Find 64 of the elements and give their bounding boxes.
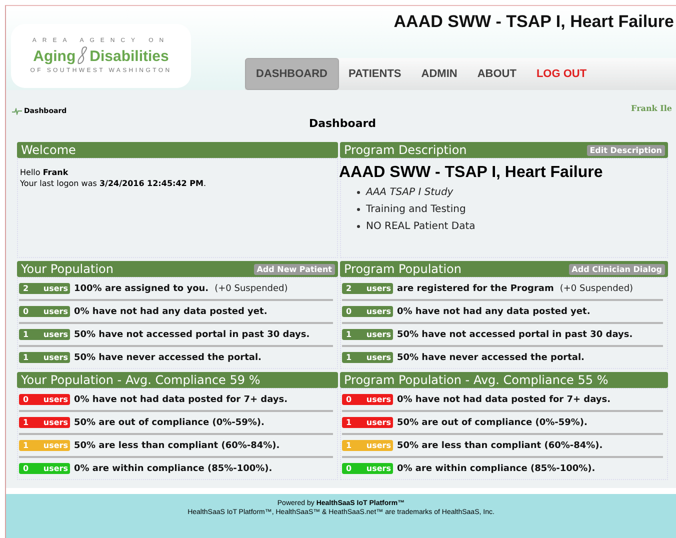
- user-count-badge: 1 users: [342, 417, 393, 428]
- user-count-badge: 1 users: [342, 352, 393, 363]
- user-count-badge: 1 users: [19, 329, 70, 340]
- stat-text: 50% are out of compliance (0%-59%).: [74, 418, 264, 428]
- logo-text: Disabilities: [90, 48, 169, 64]
- page-title: Dashboard: [308, 117, 378, 130]
- stat-text: 0% are within compliance (85%-100%).: [397, 464, 596, 474]
- stat-text: 0% have not had data posted for 7+ days.: [74, 394, 288, 404]
- user-count-badge: 0 users: [19, 463, 70, 474]
- user-count-badge: 0 users: [19, 306, 70, 317]
- stat-text: 100% are assigned to you.: [74, 284, 209, 294]
- stat-text: 50% are less than compliant (60%-84%).: [397, 440, 603, 450]
- stat-text: 0% have not had data posted for 7+ days.: [397, 394, 611, 404]
- nav-tab[interactable]: ADMIN: [411, 58, 468, 90]
- user-count-badge: 0 users: [342, 463, 393, 474]
- section-title: Welcome: [21, 143, 76, 157]
- section-title: Program Population - Avg. Compliance 55 %: [344, 373, 608, 387]
- header-button[interactable]: Edit Description: [586, 144, 665, 156]
- stat-text: are registered for the Program: [397, 284, 554, 294]
- user-count-badge: 0 users: [19, 394, 70, 405]
- section-title: Your Population - Avg. Compliance 59 %: [21, 373, 260, 387]
- program-heading: AAAD SWW - TSAP I, Heart Failure: [339, 164, 604, 182]
- bullet-icon: [357, 191, 360, 194]
- user-count-badge: 1 users: [342, 329, 393, 340]
- site-title: AAAD SWW - TSAP I, Heart Failure: [394, 12, 674, 32]
- header-button[interactable]: Add New Patient: [254, 264, 335, 274]
- stat-text: 50% are less than compliant (60%-84%).: [74, 440, 280, 450]
- list-item-text: Training and Testing: [366, 204, 466, 215]
- user-name: Frank Ile: [631, 103, 672, 113]
- user-count-badge: 1 users: [19, 352, 70, 363]
- logo-text: Aging: [33, 48, 76, 64]
- stat-text: 50% are out of compliance (0%-59%).: [397, 418, 588, 428]
- section-title: Program Population: [344, 262, 462, 276]
- stat-text: 50% have not accessed portal in past 30 days.: [397, 330, 633, 340]
- nav-tab[interactable]: PATIENTS: [338, 58, 412, 90]
- logout-link[interactable]: LOG OUT: [526, 58, 597, 90]
- section-title: Program Description: [344, 143, 467, 157]
- nav-tab[interactable]: ABOUT: [467, 58, 526, 90]
- stat-note: (+0 Suspended): [560, 284, 634, 294]
- user-count-badge: 0 users: [342, 394, 393, 405]
- nav-tab[interactable]: DASHBOARD: [245, 58, 338, 90]
- stat-text: 50% have never accessed the portal.: [74, 352, 262, 362]
- stat-text: 0% have not had any data posted yet.: [74, 306, 268, 316]
- stat-note: (+0 Suspended): [214, 284, 288, 294]
- list-item-text: AAA TSAP I Study: [366, 187, 454, 198]
- user-count-badge: 2 users: [342, 283, 393, 294]
- pulse-icon: [12, 108, 22, 114]
- swirl-icon: [76, 46, 90, 66]
- user-count-badge: 1 users: [19, 417, 70, 428]
- section-title: Your Population: [21, 262, 114, 276]
- stat-text: 50% have never accessed the portal.: [397, 352, 584, 362]
- bullet-icon: [357, 225, 360, 228]
- header-button[interactable]: Add Clinician Dialog: [568, 264, 665, 274]
- stat-text: 50% have not accessed portal in past 30 days.: [74, 330, 310, 340]
- bullet-icon: [357, 208, 360, 211]
- list-item-text: NO REAL Patient Data: [366, 221, 476, 232]
- user-count-badge: 2 users: [19, 283, 70, 294]
- stat-text: 0% are within compliance (85%-100%).: [74, 464, 272, 474]
- user-count-badge: 0 users: [342, 306, 393, 317]
- welcome-text: Hello Frank: [20, 167, 70, 178]
- user-count-badge: 1 users: [342, 440, 393, 451]
- welcome-text: Your last logon was 3/24/2016 12:45:42 PM.: [20, 178, 207, 189]
- user-count-badge: 1 users: [19, 440, 70, 451]
- stat-text: 0% have not had any data posted yet.: [397, 306, 590, 316]
